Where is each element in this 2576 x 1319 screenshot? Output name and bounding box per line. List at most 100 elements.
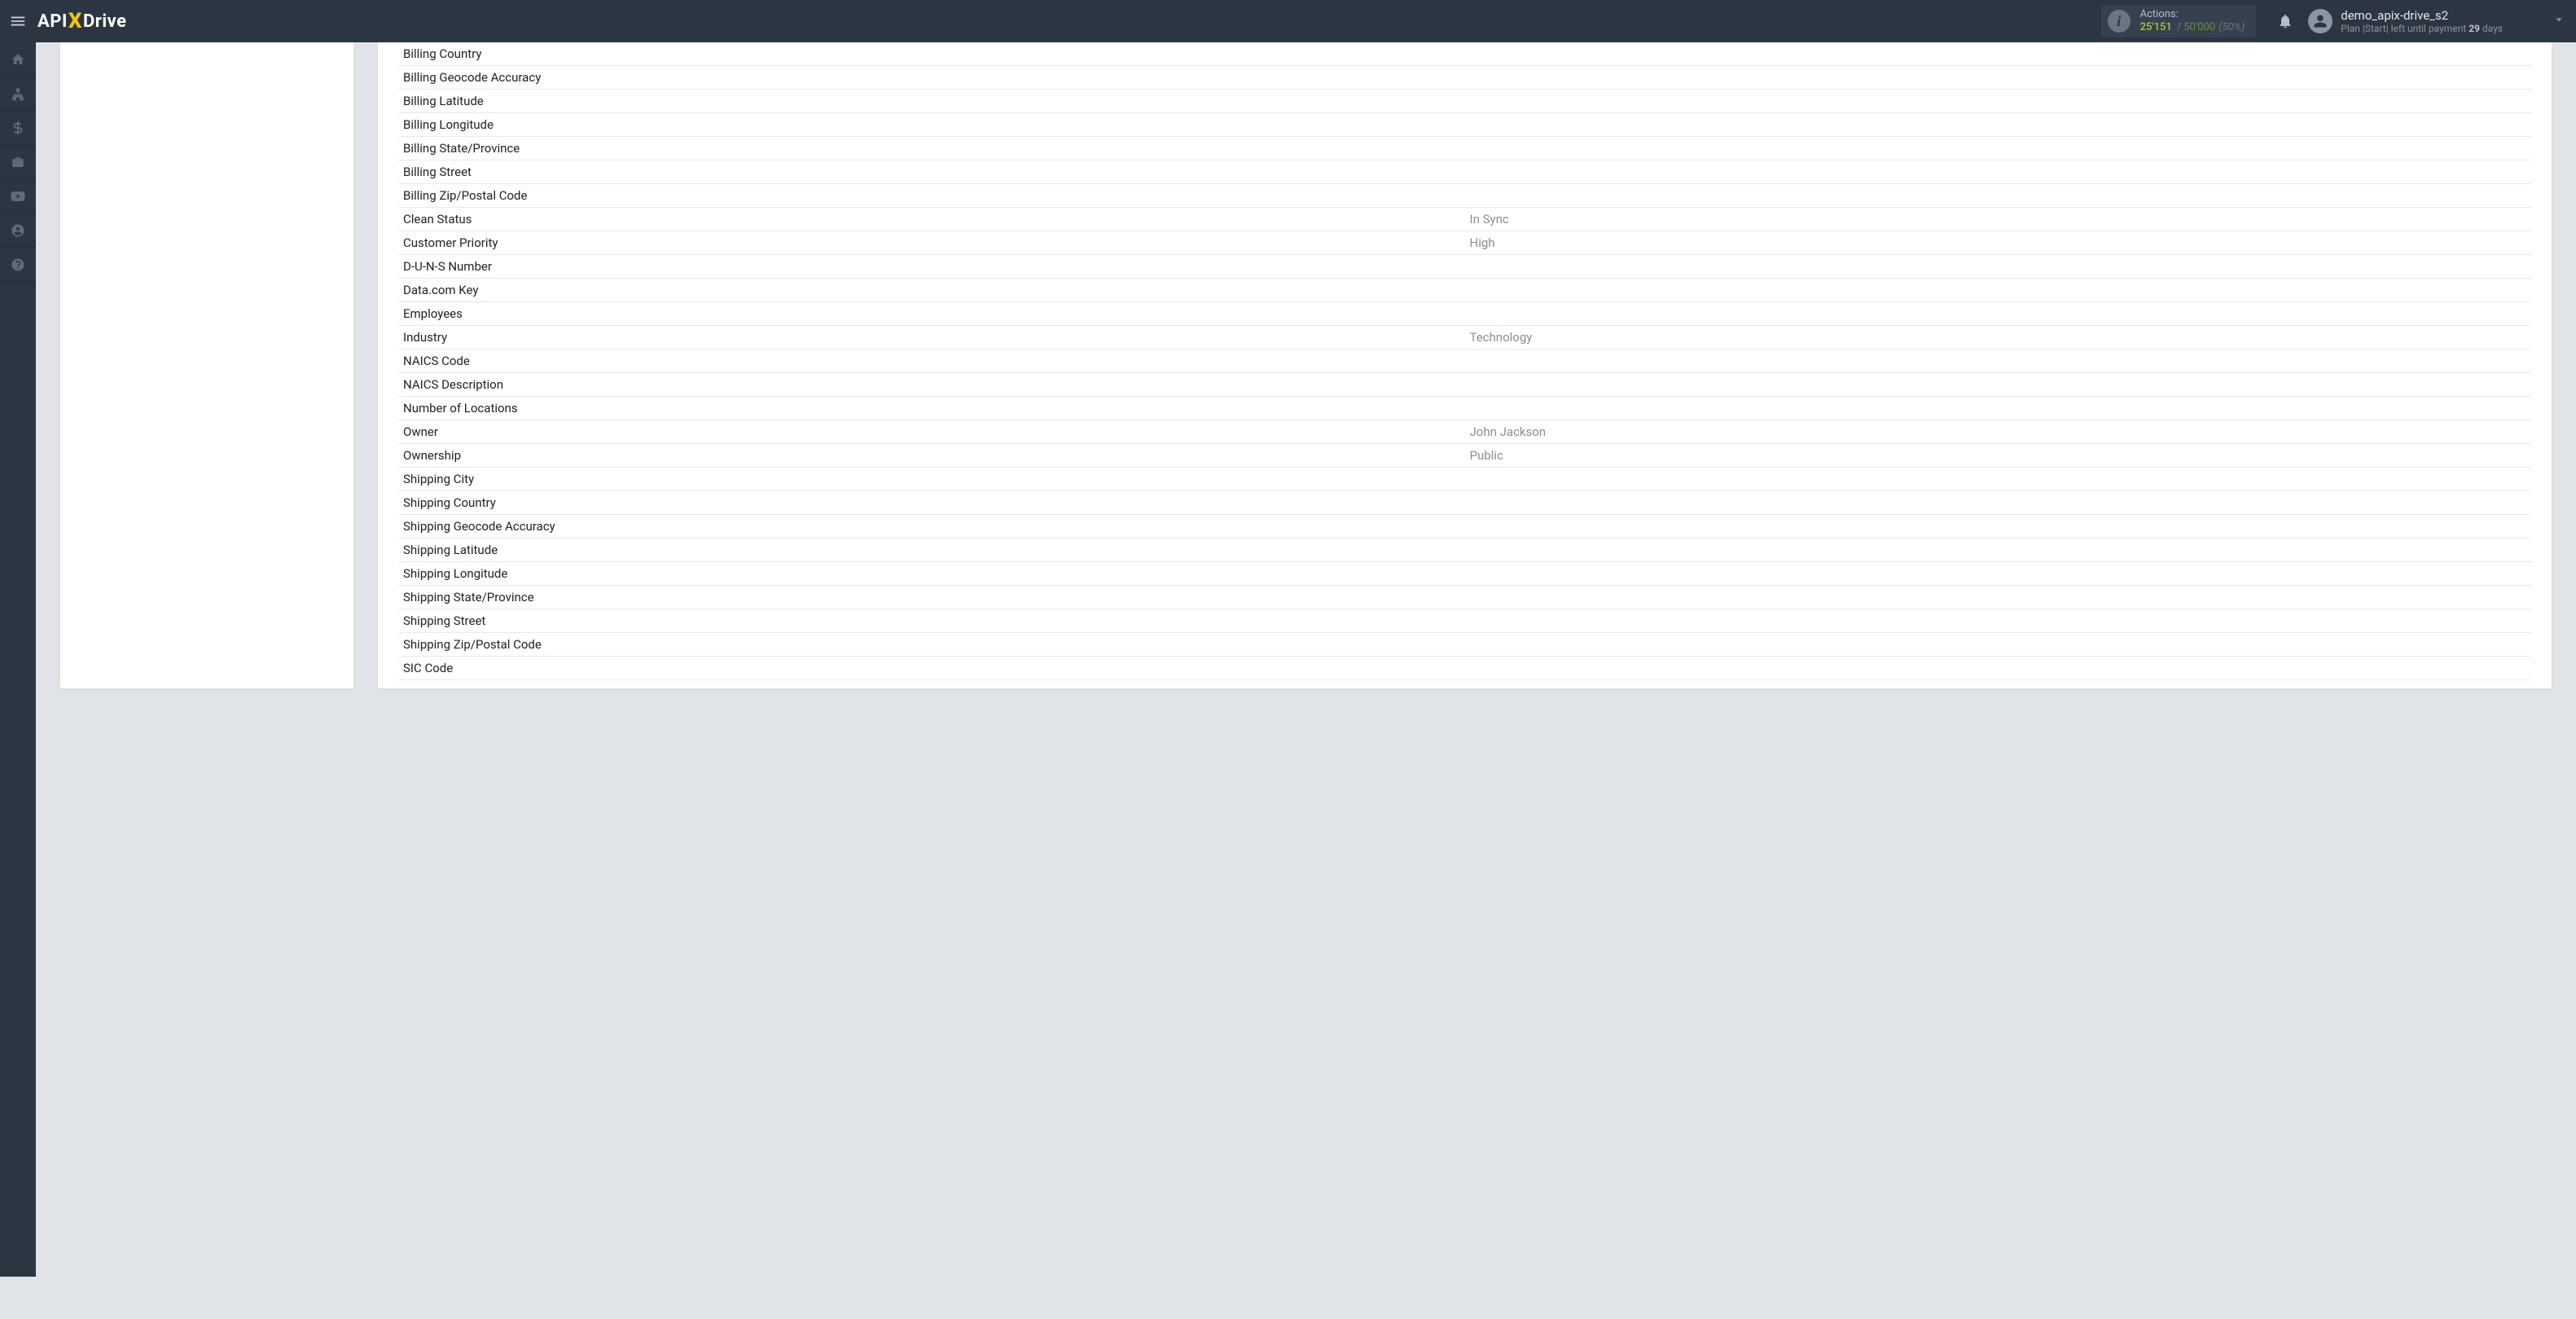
field-label: Billing State/Province (398, 137, 1465, 160)
field-label: Billing Country (398, 42, 1465, 66)
home-icon (11, 52, 25, 67)
field-label: Billing Longitude (398, 113, 1465, 137)
table-row: Data.com Key (398, 279, 2531, 302)
dollar-icon (11, 121, 25, 135)
field-value: Technology (1465, 326, 2532, 350)
field-label: NAICS Code (398, 350, 1465, 373)
field-label: Data.com Key (398, 279, 1465, 302)
actions-usage-box[interactable]: i Actions: 25'151 /50'000(50%) (2101, 5, 2257, 37)
sidebar-item-help[interactable] (0, 248, 36, 282)
field-value (1465, 255, 2532, 279)
menu-icon (9, 12, 27, 30)
table-row: Billing Longitude (398, 113, 2531, 137)
field-value (1465, 515, 2532, 539)
table-row: OwnerJohn Jackson (398, 420, 2531, 444)
field-label: Owner (398, 420, 1465, 444)
field-label: Shipping Geocode Accuracy (398, 515, 1465, 539)
table-row: Shipping Latitude (398, 539, 2531, 562)
table-row: Customer PriorityHigh (398, 231, 2531, 255)
field-value (1465, 373, 2532, 397)
field-label: Industry (398, 326, 1465, 350)
sidebar-item-video[interactable] (0, 179, 36, 213)
sidebar-item-billing[interactable] (0, 111, 36, 145)
sidebar-item-home[interactable] (0, 42, 36, 77)
sidebar-item-connections[interactable] (0, 77, 36, 111)
logo-x: X (68, 9, 82, 33)
user-name: demo_apix-drive_s2 (2341, 8, 2503, 23)
info-icon: i (2108, 10, 2131, 33)
field-value (1465, 90, 2532, 113)
field-value (1465, 609, 2532, 633)
app-header: APIXDrive i Actions: 25'151 /50'000(50%)… (0, 0, 2576, 42)
field-value (1465, 302, 2532, 326)
youtube-icon (11, 189, 25, 204)
table-row: Shipping Zip/Postal Code (398, 633, 2531, 657)
field-value (1465, 160, 2532, 184)
field-label: Shipping State/Province (398, 586, 1465, 609)
field-value (1465, 468, 2532, 491)
field-label: Clean Status (398, 208, 1465, 231)
field-value (1465, 397, 2532, 420)
menu-toggle-button[interactable] (0, 0, 36, 42)
data-panel: Billing CountryBilling Geocode AccuracyB… (378, 42, 2552, 688)
sidebar-item-briefcase[interactable] (0, 145, 36, 179)
field-label: D-U-N-S Number (398, 255, 1465, 279)
actions-total: 50'000 (2183, 21, 2215, 33)
logo[interactable]: APIXDrive (36, 9, 127, 33)
briefcase-icon (11, 155, 25, 169)
table-row: D-U-N-S Number (398, 255, 2531, 279)
table-row: Shipping Geocode Accuracy (398, 515, 2531, 539)
table-row: Billing Zip/Postal Code (398, 184, 2531, 208)
sidebar-item-account[interactable] (0, 213, 36, 248)
field-label: SIC Code (398, 657, 1465, 680)
table-row: SIC Code (398, 657, 2531, 680)
user-circle-icon (11, 223, 25, 238)
table-row: NAICS Description (398, 373, 2531, 397)
logo-text-suffix: Drive (83, 11, 127, 32)
field-value (1465, 279, 2532, 302)
table-row: Billing Street (398, 160, 2531, 184)
field-label: Billing Street (398, 160, 1465, 184)
field-label: Number of Locations (398, 397, 1465, 420)
chevron-down-icon (2552, 12, 2566, 27)
field-value (1465, 184, 2532, 208)
field-label: Shipping Country (398, 491, 1465, 515)
table-row: Shipping Country (398, 491, 2531, 515)
actions-label: Actions: (2140, 8, 2245, 21)
field-label: Shipping Latitude (398, 539, 1465, 562)
logo-text-prefix: API (37, 11, 68, 32)
field-label: Billing Latitude (398, 90, 1465, 113)
table-row: NAICS Code (398, 350, 2531, 373)
field-value (1465, 562, 2532, 586)
field-label: NAICS Description (398, 373, 1465, 397)
field-label: Shipping City (398, 468, 1465, 491)
sidebar (0, 42, 36, 1277)
field-label: Employees (398, 302, 1465, 326)
field-value (1465, 491, 2532, 515)
table-row: Billing Latitude (398, 90, 2531, 113)
main-content: Billing CountryBilling Geocode AccuracyB… (36, 42, 2576, 1277)
field-value (1465, 66, 2532, 90)
actions-usage-text: Actions: 25'151 /50'000(50%) (2140, 8, 2245, 33)
field-label: Shipping Longitude (398, 562, 1465, 586)
help-icon (11, 257, 25, 272)
field-value (1465, 633, 2532, 657)
table-row: Billing Country (398, 42, 2531, 66)
field-label: Shipping Zip/Postal Code (398, 633, 1465, 657)
user-menu-button[interactable]: demo_apix-drive_s2 Plan |Start| left unt… (2308, 8, 2503, 34)
field-value (1465, 137, 2532, 160)
avatar (2308, 9, 2332, 33)
table-row: Shipping Street (398, 609, 2531, 633)
left-panel (60, 42, 353, 688)
field-label: Billing Zip/Postal Code (398, 184, 1465, 208)
field-value (1465, 42, 2532, 66)
notifications-button[interactable] (2271, 13, 2300, 29)
user-text: demo_apix-drive_s2 Plan |Start| left unt… (2341, 8, 2503, 34)
fields-table: Billing CountryBilling Geocode AccuracyB… (398, 42, 2531, 680)
field-label: Billing Geocode Accuracy (398, 66, 1465, 90)
actions-used: 25'151 (2140, 21, 2172, 33)
table-row: OwnershipPublic (398, 444, 2531, 468)
table-row: Employees (398, 302, 2531, 326)
header-expand-button[interactable] (2552, 12, 2566, 30)
field-label: Shipping Street (398, 609, 1465, 633)
